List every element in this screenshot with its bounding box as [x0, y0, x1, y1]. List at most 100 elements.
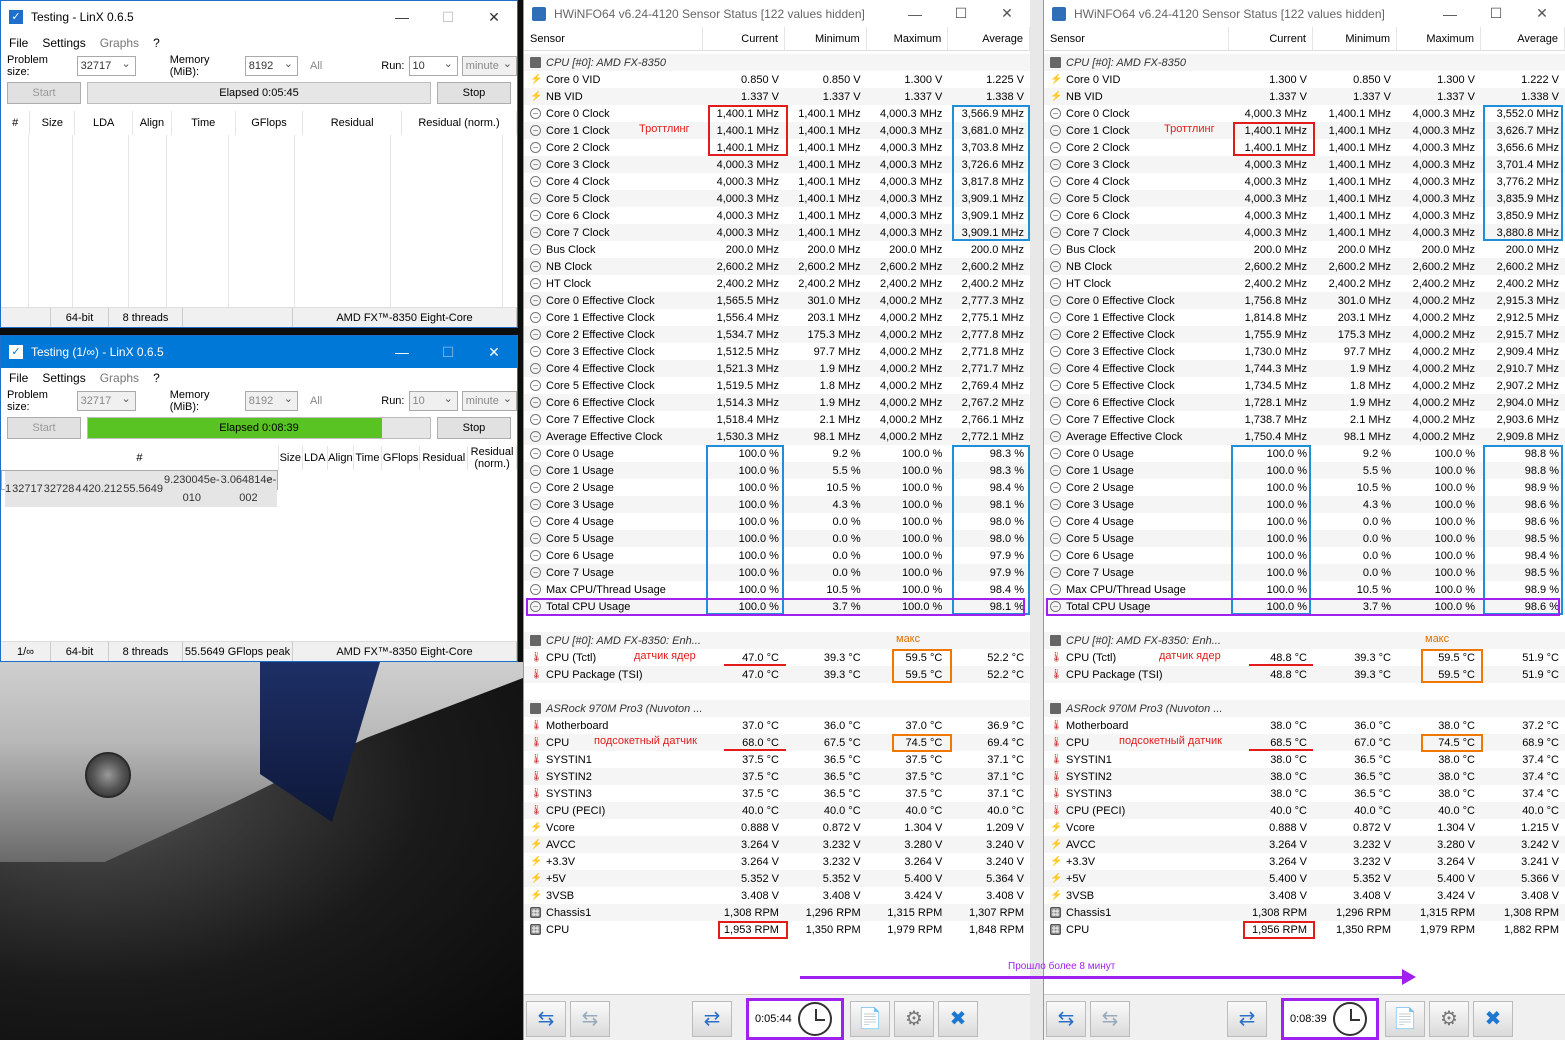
sensor-row[interactable]: − Core 7 Effective Clock 1,518.4 MHz 2.1 MH…: [524, 411, 1030, 428]
column-header[interactable]: Residual: [419, 446, 469, 470]
timer-button[interactable]: 0:08:39: [1281, 998, 1379, 1040]
menu-graphs[interactable]: Graphs: [100, 371, 139, 385]
sensor-row[interactable]: − Bus Clock 200.0 MHz 200.0 MHz 200.0 MHz 200…: [1044, 241, 1565, 258]
sensor-row[interactable]: − Bus Clock 200.0 MHz 200.0 MHz 200.0 MHz 200…: [524, 241, 1030, 258]
nav-arrows-alt-icon[interactable]: ⇆: [1090, 1001, 1130, 1037]
sensor-row[interactable]: ⚡ AVCC 3.264 V 3.232 V 3.280 V 3.240 V: [524, 836, 1030, 853]
run-unit-select[interactable]: minute: [461, 390, 518, 411]
column-header[interactable]: GFlops: [235, 111, 304, 135]
maximize-icon[interactable]: ☐: [1473, 5, 1519, 22]
sensor-row[interactable]: 🌡 CPU Package (TSI) 48.8 °C 39.3 °C 59.5 °C 5…: [1044, 666, 1565, 683]
title-bar[interactable]: ✓ Testing - LinX 0.6.5 — ☐ ✕: [1, 1, 517, 33]
menu-settings[interactable]: Settings: [42, 36, 85, 50]
column-header[interactable]: Residual (norm.): [401, 111, 517, 135]
menu-help[interactable]: ?: [153, 371, 160, 385]
sensor-group-row[interactable]: ASRock 970M Pro3 (Nuvoton ...: [524, 700, 1030, 717]
hwinfo-window-2[interactable]: HWiNFO64 v6.24-4120 Sensor Status [122 v…: [1043, 0, 1565, 1040]
memory-select[interactable]: 8192: [244, 390, 299, 411]
network-icon[interactable]: ⇄: [692, 1001, 732, 1037]
nav-arrows-icon[interactable]: ⇆: [1046, 1001, 1086, 1037]
sensor-row[interactable]: 🌡 Motherboard 37.0 °C 36.0 °C 37.0 °C 36.9 °C: [524, 717, 1030, 734]
column-header[interactable]: Time: [171, 111, 236, 135]
network-icon[interactable]: ⇄: [1227, 1001, 1267, 1037]
settings-gear-icon[interactable]: ⚙: [1429, 1001, 1469, 1037]
sensor-row[interactable]: 🌡 SYSTIN2 37.5 °C 36.5 °C 37.5 °C 37.1 °C: [524, 768, 1030, 785]
close-icon[interactable]: ✕: [984, 5, 1030, 22]
column-header[interactable]: LDA: [302, 446, 328, 470]
sensor-row[interactable]: ⚡ +3.3V 3.264 V 3.232 V 3.264 V 3.240 V: [524, 853, 1030, 870]
run-count-select[interactable]: 10: [408, 390, 458, 411]
sensor-group-row[interactable]: CPU [#0]: AMD FX-8350: [1044, 54, 1565, 71]
column-header[interactable]: Align: [327, 446, 355, 470]
problem-size-select[interactable]: 32717: [76, 390, 136, 411]
column-header[interactable]: #: [1, 446, 279, 470]
memory-select[interactable]: 8192: [244, 55, 299, 76]
column-header[interactable]: Maximum: [867, 27, 949, 50]
column-header[interactable]: Average: [1481, 27, 1565, 50]
table-row[interactable]: 1 32717 32728 4 420.212 55.5649 9.230045e-010 3…: [1, 469, 279, 507]
nav-arrows-icon[interactable]: ⇆: [526, 1001, 566, 1037]
sensor-row[interactable]: 🌡 SYSTIN1 38.0 °C 36.5 °C 38.0 °C 37.4 °C: [1044, 751, 1565, 768]
sensor-row[interactable]: − HT Clock 2,400.2 MHz 2,400.2 MHz 2,400.2 M…: [1044, 275, 1565, 292]
column-header[interactable]: Current: [703, 27, 785, 50]
sensor-row[interactable]: − HT Clock 2,400.2 MHz 2,400.2 MHz 2,400.2 M…: [524, 275, 1030, 292]
start-button[interactable]: Start: [7, 417, 81, 439]
start-button[interactable]: Start: [7, 82, 81, 104]
close-icon[interactable]: ✕: [471, 9, 517, 26]
sensor-row[interactable]: − Core 0 Effective Clock 1,756.8 MHz 301.0 …: [1044, 292, 1565, 309]
sensor-row[interactable]: − NB Clock 2,600.2 MHz 2,600.2 MHz 2,600.2 M…: [524, 258, 1030, 275]
hwinfo-window-1[interactable]: HWiNFO64 v6.24-4120 Sensor Status [122 v…: [523, 0, 1031, 1040]
column-header[interactable]: Size: [278, 446, 303, 470]
sensor-row[interactable]: ⚡ 3VSB 3.408 V 3.408 V 3.424 V 3.408 V: [524, 887, 1030, 904]
sensor-row[interactable]: − Average Effective Clock 1,530.3 MHz 98.1 …: [524, 428, 1030, 445]
sensor-group-row[interactable]: CPU [#0]: AMD FX-8350: Enh...: [524, 632, 1030, 649]
sensor-row[interactable]: ⚡ Vcore 0.888 V 0.872 V 1.304 V 1.209 V: [524, 819, 1030, 836]
column-header[interactable]: LDA: [74, 111, 133, 135]
minimize-icon[interactable]: —: [379, 9, 425, 25]
column-header[interactable]: Sensor: [524, 27, 704, 50]
sensor-row[interactable]: − Core 3 Effective Clock 1,730.0 MHz 97.7 M…: [1044, 343, 1565, 360]
maximize-icon[interactable]: ☐: [938, 5, 984, 22]
minimize-icon[interactable]: —: [379, 344, 425, 360]
sensor-row[interactable]: ⚡ Core 0 VID 0.850 V 0.850 V 1.300 V 1.225 V: [524, 71, 1030, 88]
menu-settings[interactable]: Settings: [42, 371, 85, 385]
sensor-row[interactable]: − Core 3 Effective Clock 1,512.5 MHz 97.7 M…: [524, 343, 1030, 360]
report-add-icon[interactable]: 📄: [1385, 1001, 1425, 1037]
title-bar[interactable]: ✓ Testing (1/∞) - LinX 0.6.5 — ☐ ✕: [1, 336, 517, 368]
sensor-row[interactable]: 🌡 SYSTIN3 38.0 °C 36.5 °C 38.0 °C 37.4 °C: [1044, 785, 1565, 802]
linx-window-1[interactable]: ✓ Testing - LinX 0.6.5 — ☐ ✕ File Settin…: [0, 0, 518, 328]
sensor-row[interactable]: ⚡ NB VID 1.337 V 1.337 V 1.337 V 1.338 V: [524, 88, 1030, 105]
problem-size-select[interactable]: 32717: [76, 55, 136, 76]
title-bar[interactable]: HWiNFO64 v6.24-4120 Sensor Status [122 v…: [1044, 0, 1565, 27]
sensor-row[interactable]: − Core 7 Effective Clock 1,738.7 MHz 2.1 MH…: [1044, 411, 1565, 428]
sensor-row[interactable]: − Core 6 Effective Clock 1,514.3 MHz 1.9 MH…: [524, 394, 1030, 411]
sensor-row[interactable]: − Core 1 Effective Clock 1,556.4 MHz 203.1 …: [524, 309, 1030, 326]
sensor-row[interactable]: ⚡ NB VID 1.337 V 1.337 V 1.337 V 1.338 V: [1044, 88, 1565, 105]
run-count-select[interactable]: 10: [408, 55, 458, 76]
sensor-row[interactable]: 🌡 SYSTIN1 37.5 °C 36.5 °C 37.5 °C 37.1 °C: [524, 751, 1030, 768]
sensor-row[interactable]: ⚡ +5V 5.352 V 5.352 V 5.400 V 5.364 V: [524, 870, 1030, 887]
column-header[interactable]: #: [1, 111, 31, 135]
sensor-row[interactable]: − Core 1 Effective Clock 1,814.8 MHz 203.1 …: [1044, 309, 1565, 326]
sensor-row[interactable]: ⚡ AVCC 3.264 V 3.232 V 3.280 V 3.242 V: [1044, 836, 1565, 853]
close-icon[interactable]: ✕: [1519, 5, 1565, 22]
column-header[interactable]: Current: [1229, 27, 1313, 50]
sensor-row[interactable]: ▦ Chassis1 1,308 RPM 1,296 RPM 1,315 RPM 1,30…: [1044, 904, 1565, 921]
sensor-row[interactable]: − Core 0 Effective Clock 1,565.5 MHz 301.0 …: [524, 292, 1030, 309]
sensor-row[interactable]: − Core 5 Effective Clock 1,734.5 MHz 1.8 MH…: [1044, 377, 1565, 394]
sensor-group-row[interactable]: CPU [#0]: AMD FX-8350: [524, 54, 1030, 71]
stop-button[interactable]: Stop: [437, 417, 511, 439]
sensor-group-row[interactable]: CPU [#0]: AMD FX-8350: Enh...: [1044, 632, 1565, 649]
timer-button[interactable]: 0:05:44: [746, 998, 844, 1040]
sensor-row[interactable]: ▦ Chassis1 1,308 RPM 1,296 RPM 1,315 RPM 1,30…: [524, 904, 1030, 921]
sensor-row[interactable]: 🌡 CPU (PECI) 40.0 °C 40.0 °C 40.0 °C 40.0 °C: [1044, 802, 1565, 819]
column-header[interactable]: Minimum: [1313, 27, 1397, 50]
column-header[interactable]: GFlops: [381, 446, 421, 470]
column-header[interactable]: Residual (norm.): [467, 446, 517, 470]
sensor-row[interactable]: − NB Clock 2,600.2 MHz 2,600.2 MHz 2,600.2 M…: [1044, 258, 1565, 275]
sensor-row[interactable]: − Core 5 Effective Clock 1,519.5 MHz 1.8 MH…: [524, 377, 1030, 394]
all-button[interactable]: All: [310, 60, 322, 72]
sensor-row[interactable]: 🌡 Motherboard 38.0 °C 36.0 °C 38.0 °C 37.2 °C: [1044, 717, 1565, 734]
menu-graphs[interactable]: Graphs: [100, 36, 139, 50]
sensor-row[interactable]: − Core 4 Effective Clock 1,744.3 MHz 1.9 MH…: [1044, 360, 1565, 377]
